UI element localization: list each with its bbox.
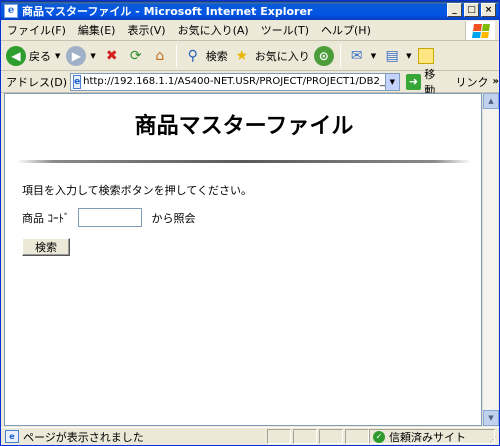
menu-favorites[interactable]: お気に入り(A) — [172, 22, 255, 38]
edit-dropdown-icon[interactable]: ▼ — [406, 52, 411, 60]
maximize-button[interactable]: □ — [464, 3, 479, 17]
divider — [17, 160, 471, 163]
minimize-button[interactable]: _ — [447, 3, 462, 17]
address-label: アドレス(D) — [6, 75, 68, 89]
address-url[interactable]: http://192.168.1.1/AS400-NET.USR/PROJECT… — [83, 76, 399, 87]
ie-logo-icon: e — [4, 3, 18, 18]
refresh-button[interactable]: ⟳ — [124, 43, 148, 69]
menu-file[interactable]: ファイル(F) — [1, 22, 72, 38]
zone-text: 信頼済みサイト — [389, 430, 466, 444]
links-button[interactable]: リンク — [456, 74, 489, 90]
search-button-toolbar[interactable]: ⚲ 検索 — [181, 43, 230, 69]
edit-page-icon: ▤ — [385, 47, 399, 64]
forward-arrow-icon: ▶ — [66, 45, 87, 66]
window-controls: _ □ × — [447, 3, 496, 17]
status-pane — [319, 429, 343, 444]
product-code-row: 商品 ｺｰﾄﾞ から照会 — [22, 208, 196, 227]
trusted-zone-icon: ✓ — [373, 430, 385, 443]
menu-edit[interactable]: 編集(E) — [72, 22, 122, 38]
back-dropdown-icon[interactable]: ▼ — [55, 52, 60, 60]
address-dropdown-icon[interactable]: ▼ — [384, 73, 399, 90]
mail-button[interactable]: ✉ — [345, 43, 369, 69]
status-panes — [267, 429, 369, 444]
security-zone[interactable]: ✓ 信頼済みサイト — [369, 429, 495, 444]
menu-view[interactable]: 表示(V) — [121, 22, 171, 38]
forward-dropdown-icon[interactable]: ▼ — [90, 52, 95, 60]
product-code-label: 商品 ｺｰﾄﾞ — [22, 211, 70, 225]
menu-help[interactable]: ヘルプ(H) — [315, 22, 377, 38]
forward-button[interactable]: ▶ — [64, 43, 88, 69]
favorites-label: お気に入り — [254, 49, 310, 63]
scroll-up-icon[interactable]: ▲ — [483, 93, 499, 109]
favorites-button[interactable]: ★ お気に入り — [230, 43, 312, 69]
star-icon: ★ — [235, 47, 249, 64]
chevron-right-icon[interactable]: » — [493, 76, 499, 87]
toolbar-separator — [339, 44, 341, 67]
resize-grip-icon[interactable]: ⋰ — [489, 435, 497, 444]
close-button[interactable]: × — [481, 3, 496, 17]
status-pane — [345, 429, 369, 444]
scroll-down-icon[interactable]: ▼ — [483, 410, 499, 426]
history-button[interactable]: ⊙ — [312, 43, 336, 69]
menu-tools[interactable]: ツール(T) — [255, 22, 315, 38]
page-title: 商品マスターファイル — [134, 114, 354, 139]
go-arrow-icon: ➜ — [405, 73, 422, 90]
back-arrow-icon: ◀ — [6, 45, 26, 66]
back-button[interactable]: ◀ 戻る — [4, 43, 53, 69]
page-content: 商品マスターファイル 項目を入力して検索ボタンを押してください。 商品 ｺｰﾄﾞ… — [4, 93, 482, 426]
mail-dropdown-icon[interactable]: ▼ — [371, 52, 376, 60]
instruction-text: 項目を入力して検索ボタンを押してください。 — [22, 184, 253, 197]
menu-bar: ファイル(F) 編集(E) 表示(V) お気に入り(A) ツール(T) ヘルプ(… — [1, 20, 499, 41]
history-icon: ⊙ — [313, 45, 334, 66]
home-icon: ⌂ — [155, 47, 165, 64]
browser-window: e 商品マスターファイル - Microsoft Internet Explor… — [0, 0, 500, 446]
search-icon: ⚲ — [187, 47, 198, 64]
status-pane — [267, 429, 291, 444]
windows-logo-icon — [465, 21, 495, 40]
search-label: 検索 — [205, 49, 228, 63]
status-bar: e ページが表示されました ✓ 信頼済みサイト ⋰ — [1, 427, 499, 445]
address-bar: アドレス(D) e http://192.168.1.1/AS400-NET.U… — [1, 68, 499, 97]
status-pane — [293, 429, 317, 444]
home-button[interactable]: ⌂ — [148, 43, 172, 69]
back-label: 戻る — [29, 49, 51, 63]
search-button[interactable]: 検索 — [22, 238, 70, 256]
note-icon — [417, 47, 434, 64]
address-input[interactable]: e http://192.168.1.1/AS400-NET.USR/PROJE… — [70, 72, 400, 91]
toolbar-separator — [175, 44, 177, 67]
mail-icon: ✉ — [350, 47, 363, 64]
vertical-scrollbar[interactable]: ▲ ▼ — [482, 93, 499, 426]
refresh-icon: ⟳ — [129, 47, 142, 64]
status-message: ページが表示されました — [23, 430, 144, 444]
title-bar[interactable]: e 商品マスターファイル - Microsoft Internet Explor… — [1, 1, 499, 20]
page-icon: e — [73, 74, 82, 89]
stop-icon: ✖ — [105, 47, 118, 64]
stop-button[interactable]: ✖ — [100, 43, 124, 69]
product-code-input[interactable] — [77, 208, 142, 227]
page-done-icon: e — [5, 430, 19, 443]
product-code-suffix: から照会 — [151, 211, 196, 225]
edit-button[interactable]: ▤ — [380, 43, 404, 69]
window-title: 商品マスターファイル - Microsoft Internet Explorer — [22, 4, 313, 18]
